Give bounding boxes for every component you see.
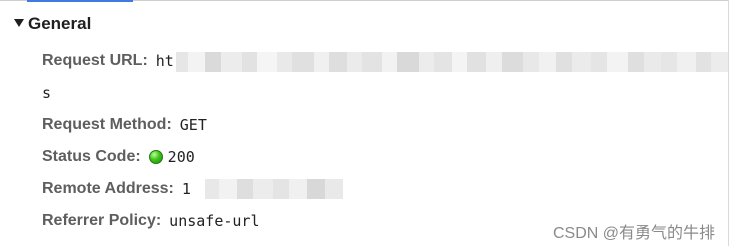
request-url-value: ht [155,52,174,70]
request-url-label: Request URL: [42,52,148,69]
status-code-row: Status Code: 200 [42,146,195,168]
headers-panel: General Request URL: ht s Request Method… [0,0,729,246]
remote-address-value: 1 [181,180,191,198]
remote-address-redaction [205,179,343,199]
remote-address-row: Remote Address: 1 [42,178,191,200]
referrer-policy-label: Referrer Policy: [42,212,162,229]
status-code-value: 200 [167,148,195,166]
request-url-value-continuation: s [42,84,52,102]
green-dot-icon [148,150,163,164]
request-url-row: Request URL: ht [42,50,174,72]
section-title: General [28,14,92,33]
active-tab-indicator [27,0,133,2]
csdn-watermark: CSDN @有勇气的牛排 [552,225,715,242]
referrer-policy-value: unsafe-url [169,212,260,230]
general-section-header[interactable]: General [0,4,729,44]
request-method-value: GET [179,116,207,134]
status-code-label: Status Code: [42,148,141,165]
referrer-policy-row: Referrer Policy: unsafe-url [42,210,259,232]
request-method-label: Request Method: [42,116,172,133]
request-url-redaction [176,52,728,72]
triangle-down-icon[interactable] [14,19,24,27]
request-method-row: Request Method: GET [42,114,207,136]
remote-address-label: Remote Address: [42,180,174,197]
